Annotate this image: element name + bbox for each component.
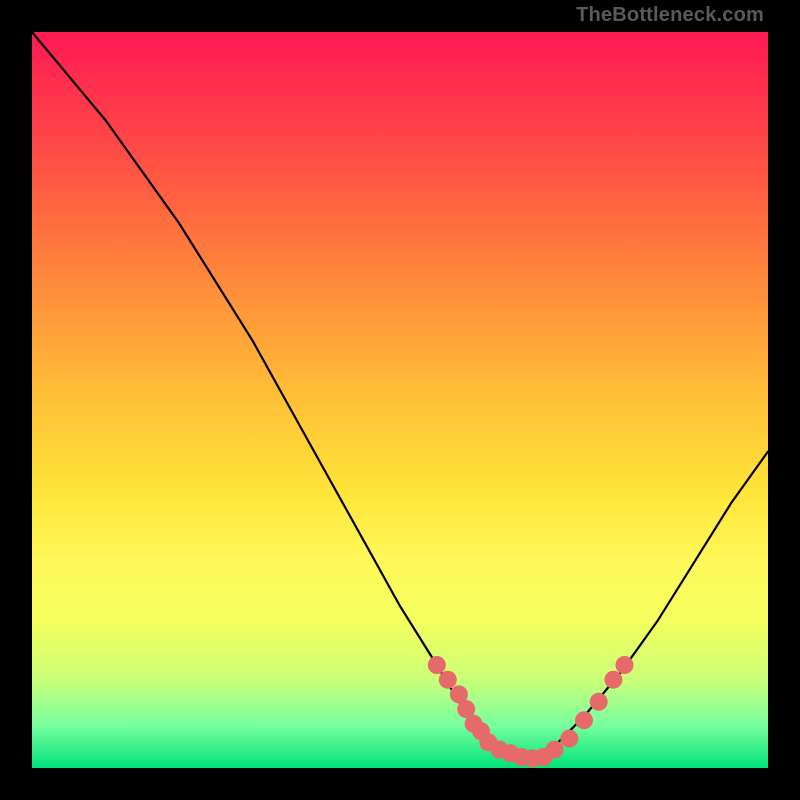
curve-marker bbox=[604, 671, 622, 689]
watermark-text: TheBottleneck.com bbox=[576, 4, 764, 27]
marker-group bbox=[428, 656, 634, 767]
plot-area bbox=[32, 32, 768, 768]
curve-marker bbox=[616, 656, 634, 674]
chart-frame: TheBottleneck.com bbox=[0, 0, 800, 800]
curve-marker bbox=[575, 711, 593, 729]
curve-marker bbox=[439, 671, 457, 689]
curve-marker bbox=[546, 741, 564, 759]
curve-marker bbox=[428, 656, 446, 674]
curve-markers bbox=[32, 32, 768, 768]
curve-marker bbox=[590, 693, 608, 711]
curve-marker bbox=[560, 730, 578, 748]
